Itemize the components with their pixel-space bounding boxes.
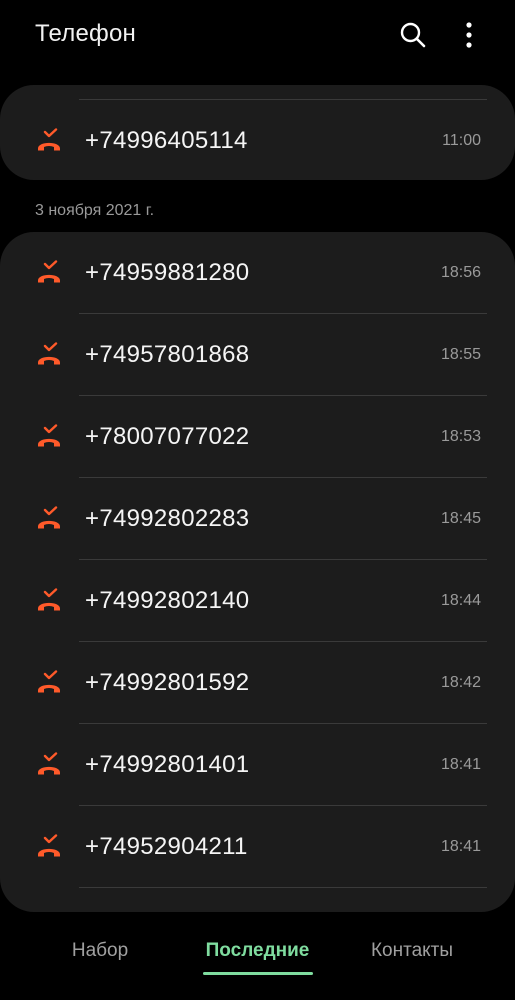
tab-label: Набор (71, 940, 129, 961)
call-log-row[interactable]: +74992801592 18:42 (0, 642, 515, 724)
call-log-row[interactable]: +74957801868 18:55 (0, 314, 515, 396)
missed-call-icon (38, 506, 60, 529)
call-time: 18:53 (440, 428, 481, 445)
call-time: 11:00 (442, 132, 481, 149)
missed-call-icon (38, 670, 60, 693)
list-divider (79, 887, 487, 888)
date-section-header: 3 ноября 2021 г. (35, 202, 155, 219)
call-log-row[interactable]: +74992802283 18:45 (0, 478, 515, 560)
call-log-row[interactable]: +74992801401 18:41 (0, 724, 515, 806)
call-time: 18:55 (440, 346, 481, 363)
app-bar: Телефон (0, 0, 515, 70)
more-vertical-icon (466, 22, 472, 48)
call-time: 18:41 (440, 756, 481, 773)
missed-call-icon (38, 588, 60, 611)
missed-call-icon (38, 128, 60, 151)
call-time: 18:41 (440, 838, 481, 855)
tab-contacts[interactable]: Контакты (352, 940, 472, 980)
tab-label: Контакты (370, 940, 454, 961)
call-log-row[interactable]: +74952904211 18:41 (0, 806, 515, 888)
call-group-card: +74996405114 11:00 (0, 85, 515, 180)
call-group-card: +74959881280 18:56 +74957801868 18:55 +7… (0, 232, 515, 912)
active-tab-indicator (203, 972, 313, 975)
phone-number: +74992801401 (85, 751, 250, 778)
phone-number: +74992802283 (85, 505, 250, 532)
page-title: Телефон (35, 20, 136, 47)
more-options-button[interactable] (452, 18, 486, 52)
call-time: 18:56 (440, 264, 481, 281)
missed-call-icon (38, 834, 60, 857)
call-log-row[interactable]: +74996405114 11:00 (0, 100, 515, 182)
phone-number: +74992802140 (85, 587, 250, 614)
tab-recents[interactable]: Последние (190, 940, 325, 980)
phone-number: +74959881280 (85, 259, 250, 286)
phone-number: +74996405114 (85, 127, 248, 154)
call-time: 18:44 (440, 592, 481, 609)
call-log-row[interactable]: +74992802140 18:44 (0, 560, 515, 642)
call-log-row[interactable]: +78007077022 18:53 (0, 396, 515, 478)
tab-label: Последние (205, 940, 310, 961)
call-time: 18:42 (440, 674, 481, 691)
tab-keypad[interactable]: Набор (40, 940, 160, 980)
phone-number: +78007077022 (85, 423, 250, 450)
phone-number: +74992801592 (85, 669, 250, 696)
call-log-row[interactable]: +74959881280 18:56 (0, 232, 515, 314)
phone-number: +74952904211 (85, 833, 248, 860)
search-button[interactable] (396, 18, 430, 52)
missed-call-icon (38, 752, 60, 775)
missed-call-icon (38, 342, 60, 365)
phone-number: +74957801868 (85, 341, 250, 368)
bottom-navigation: Набор Последние Контакты (0, 925, 515, 1000)
search-icon (400, 22, 426, 48)
call-time: 18:45 (440, 510, 481, 527)
missed-call-icon (38, 424, 60, 447)
missed-call-icon (38, 260, 60, 283)
